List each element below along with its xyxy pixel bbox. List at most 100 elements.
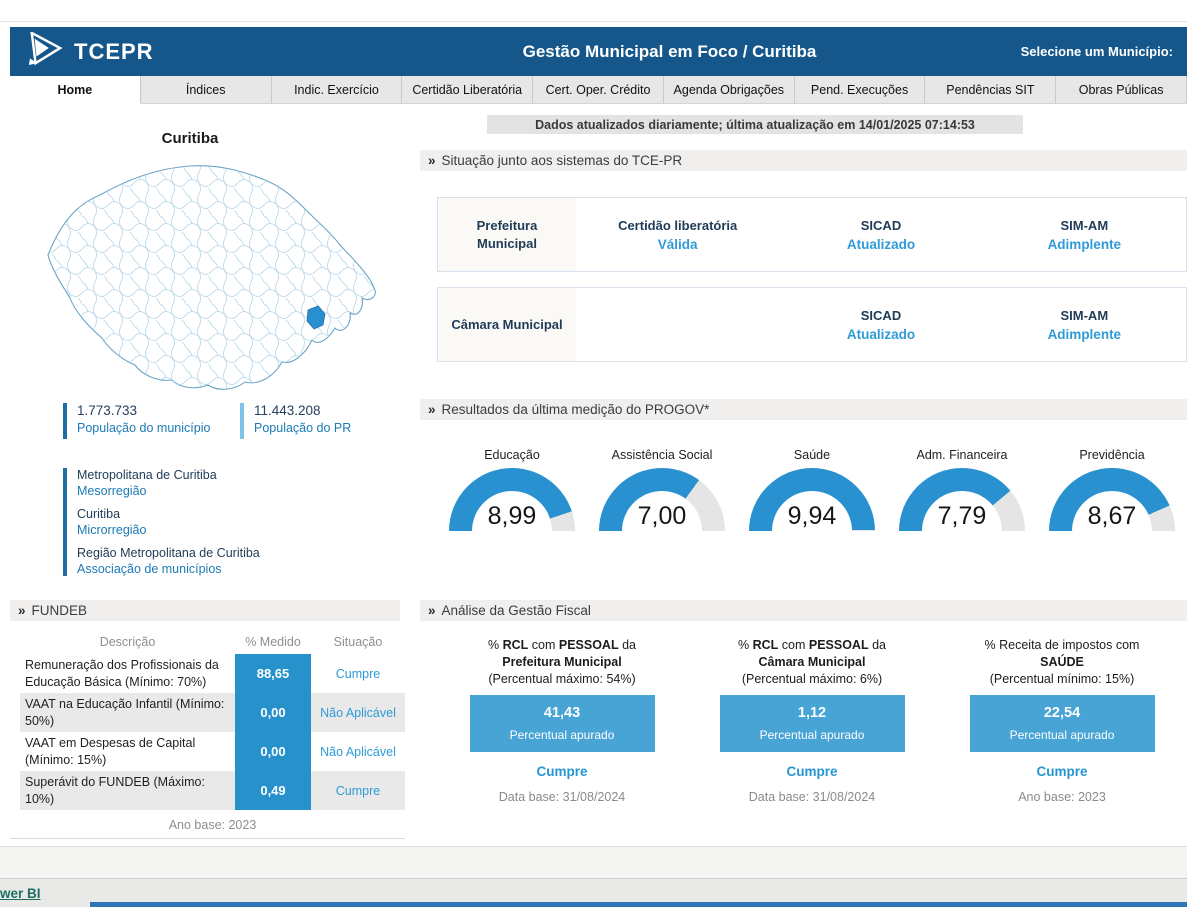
gauge-arc: 8,99 <box>449 468 575 531</box>
card-status: Cumpre <box>536 764 587 779</box>
fundeb-table: Descrição % Medido Situação Remuneração … <box>20 630 405 840</box>
region-type: Mesorregião <box>77 484 260 498</box>
tab-obras-publicas[interactable]: Obras Públicas <box>1056 76 1187 103</box>
gauge-label: Adm. Financeira <box>916 448 1007 462</box>
gauge-label: Educação <box>484 448 540 462</box>
sistema-row: Prefeitura Municipal Certidão liberatóri… <box>437 197 1187 272</box>
sistema-value[interactable]: Adimplente <box>1048 237 1122 252</box>
fundeb-medido: 0,49 <box>235 771 311 810</box>
fundeb-row: Superávit do FUNDEB (Máximo: 10%) 0,49 C… <box>20 771 405 810</box>
entity-label: Câmara Municipal <box>438 288 576 361</box>
tab-label: Cert. Oper. Crédito <box>546 83 651 97</box>
card-value: 22,54 <box>1044 705 1080 721</box>
section-title: FUNDEB <box>32 603 88 618</box>
tab-label: Home <box>58 83 93 97</box>
chevron-right-icon: » <box>428 603 436 618</box>
region-info: Metropolitana de Curitiba Mesorregião Cu… <box>63 468 260 576</box>
region-name: Região Metropolitana de Curitiba <box>77 546 260 560</box>
fiscal-card: % RCL com PESSOAL da Prefeitura Municipa… <box>450 637 675 804</box>
fundeb-col-descricao: Descrição <box>20 630 235 654</box>
gauge-arc: 9,94 <box>749 468 875 531</box>
fundeb-medido: 0,00 <box>235 732 311 771</box>
fundeb-situacao: Não Aplicável <box>311 693 405 732</box>
tab-bar: Home ÍndicesIndic. Exercício Certidão Libe… <box>10 76 1187 104</box>
sistema-status: SIM-AM Adimplente <box>983 288 1186 361</box>
card-value-box: 41,43 Percentual apurado <box>470 695 655 752</box>
card-title-line2: SAÚDE <box>1040 654 1084 671</box>
parana-map[interactable] <box>30 150 385 395</box>
gauge-value: 8,67 <box>1049 502 1175 531</box>
tab-home[interactable]: Home <box>10 76 141 104</box>
region-item: Região Metropolitana de Curitiba Associa… <box>77 546 260 576</box>
entity-label: Prefeitura Municipal <box>438 198 576 271</box>
progov-gauge-educacao: Educação 8,99 <box>437 448 587 531</box>
tab-cert-oper-credito[interactable]: Cert. Oper. Crédito <box>533 76 664 103</box>
tcepr-dashboard: TCEPR Gestão Municipal em Foco / Curitib… <box>0 0 1187 907</box>
sistema-value[interactable]: Válida <box>658 237 698 252</box>
card-title-line1: % RCL com PESSOAL da <box>488 637 636 654</box>
section-fundeb-header: » FUNDEB <box>10 600 400 621</box>
fundeb-row: Remuneração dos Profissionais da Educaçã… <box>20 654 405 693</box>
tab-label: Pend. Execuções <box>811 83 908 97</box>
sistema-label: SIM-AM <box>1060 308 1108 323</box>
sistema-value[interactable]: Atualizado <box>847 327 915 342</box>
card-title-line1: % RCL com PESSOAL da <box>738 637 886 654</box>
region-accent-bar <box>63 468 67 576</box>
fundeb-medido: 88,65 <box>235 654 311 693</box>
sistema-label: SICAD <box>861 218 901 233</box>
sistema-label: SICAD <box>861 308 901 323</box>
tab-certidao-liberatoria[interactable]: Certidão Liberatória <box>402 76 533 103</box>
gauge-value: 8,99 <box>449 502 575 531</box>
gauge-arc: 7,00 <box>599 468 725 531</box>
stat-label: População do município <box>77 421 210 435</box>
tab-label: Certidão Liberatória <box>412 83 522 97</box>
section-title: Resultados da última medição do PROGOV* <box>442 402 710 417</box>
tab-agenda-obrigacoes[interactable]: Agenda Obrigações <box>664 76 795 103</box>
progov-gauges: Educação 8,99 Assistência Social 7,00 Sa… <box>437 448 1187 531</box>
region-type: Microrregião <box>77 523 260 537</box>
population-stat: 11.443.208 População do PR <box>240 403 351 439</box>
sistema-value[interactable]: Adimplente <box>1048 327 1122 342</box>
region-type: Associação de municípios <box>77 562 260 576</box>
powerbi-link[interactable]: wer BI <box>0 886 41 901</box>
region-item: Metropolitana de Curitiba Mesorregião <box>77 468 260 498</box>
gauge-arc: 7,79 <box>899 468 1025 531</box>
fiscal-card: % Receita de impostos com SAÚDE (Percent… <box>950 637 1175 804</box>
card-value-box: 1,12 Percentual apurado <box>720 695 905 752</box>
fundeb-desc: VAAT na Educação Infantil (Mínimo: 50%) <box>20 693 235 732</box>
tab-indices[interactable]: Índices <box>141 76 272 103</box>
municipality-selector-label[interactable]: Selecione um Município: <box>993 44 1187 59</box>
section-fiscal-header: » Análise da Gestão Fiscal <box>420 600 1187 621</box>
card-value: 41,43 <box>544 705 580 721</box>
sistema-value[interactable]: Atualizado <box>847 237 915 252</box>
card-value-box: 22,54 Percentual apurado <box>970 695 1155 752</box>
progov-gauge-saude: Saúde 9,94 <box>737 448 887 531</box>
municipality-title: Curitiba <box>90 130 290 147</box>
fundeb-row: VAAT na Educação Infantil (Mínimo: 50%) … <box>20 693 405 732</box>
tab-pendencias-sit[interactable]: Pendências SIT <box>925 76 1056 103</box>
sistema-status: SIM-AM Adimplente <box>983 198 1186 271</box>
tab-pend-execucoes[interactable]: Pend. Execuções <box>795 76 926 103</box>
stat-accent-bar <box>240 403 244 439</box>
stat-label: População do PR <box>254 421 351 435</box>
section-progov-header: » Resultados da última medição do PROGOV… <box>420 399 1187 420</box>
sistema-row: Câmara Municipal SICAD Atualizado SIM-AM… <box>437 287 1187 362</box>
population-stat: 1.773.733 População do município <box>63 403 240 439</box>
fundeb-desc: Remuneração dos Profissionais da Educaçã… <box>20 654 235 693</box>
gauge-value: 9,94 <box>749 502 875 531</box>
bottom-blue-strip <box>90 902 1187 907</box>
tab-label: Pendências SIT <box>946 83 1034 97</box>
sistema-status: SICAD Atualizado <box>779 288 982 361</box>
region-name: Curitiba <box>77 507 260 521</box>
sistema-label: Certidão liberatória <box>618 218 737 233</box>
fundeb-medido: 0,00 <box>235 693 311 732</box>
tab-indic-exercicio[interactable]: Indic. Exercício <box>272 76 403 103</box>
card-title-line1: % Receita de impostos com <box>985 637 1140 654</box>
progov-gauge-previdencia: Previdência 8,67 <box>1037 448 1187 531</box>
chevron-right-icon: » <box>428 402 436 417</box>
chevron-right-icon: » <box>428 153 436 168</box>
tcepr-logo: TCEPR <box>26 32 346 71</box>
card-status: Cumpre <box>1036 764 1087 779</box>
sistema-status: Certidão liberatória Válida <box>576 198 779 271</box>
section-title: Situação junto aos sistemas do TCE-PR <box>442 153 683 168</box>
